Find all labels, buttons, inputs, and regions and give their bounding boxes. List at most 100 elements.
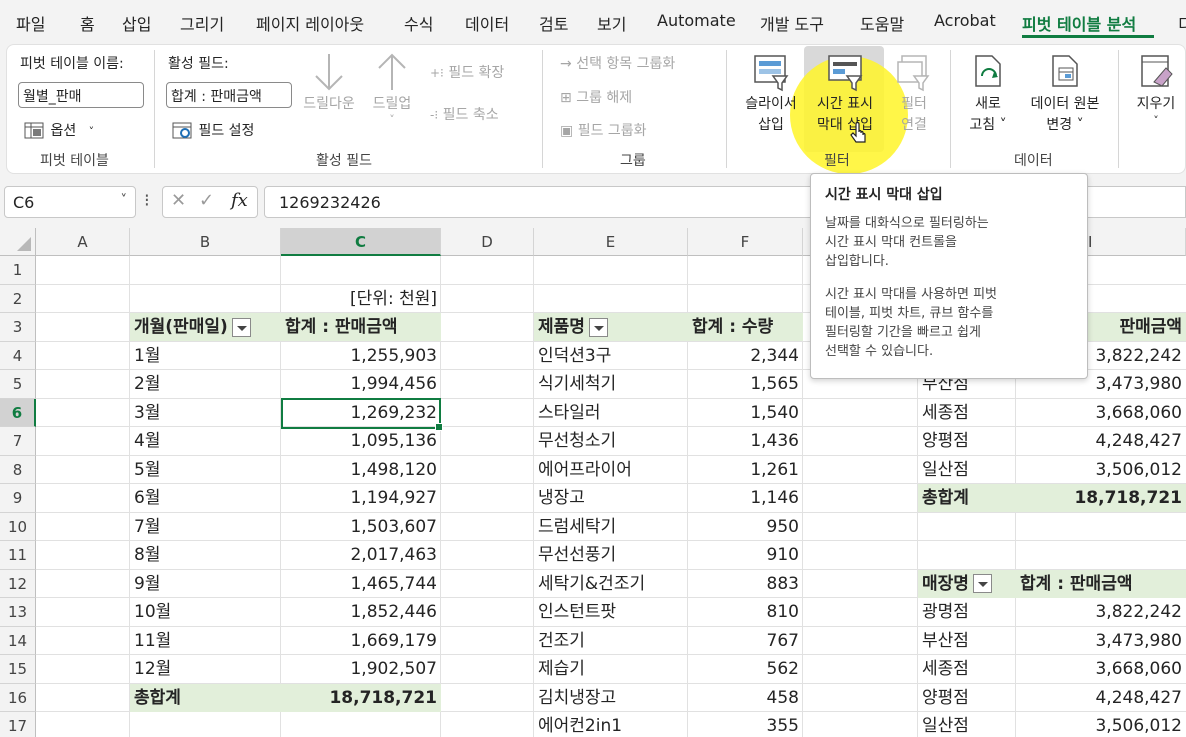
- pivot1-month-cell[interactable]: 2월: [130, 370, 281, 398]
- row-header[interactable]: 13: [0, 598, 36, 627]
- tab-developer[interactable]: 개발 도구: [760, 11, 824, 35]
- row-header[interactable]: 1: [0, 256, 36, 285]
- row-header[interactable]: 6: [0, 398, 36, 427]
- row-header[interactable]: 3: [0, 313, 36, 342]
- group-selection-button[interactable]: → 선택 항목 그룹화: [560, 53, 675, 73]
- pivot1-value-cell[interactable]: 1,503,607: [281, 513, 441, 541]
- pivot2-value-cell[interactable]: 562: [688, 655, 803, 683]
- pivot1-month-cell[interactable]: 10월: [130, 598, 281, 626]
- pivot1-month-cell[interactable]: 7월: [130, 513, 281, 541]
- pivot1-month-cell[interactable]: 12월: [130, 655, 281, 683]
- chevron-down-icon[interactable]: ˅: [121, 193, 128, 208]
- filter-dropdown-icon[interactable]: [972, 574, 992, 593]
- pivot1-month-cell[interactable]: 4월: [130, 427, 281, 455]
- pivot3-value-cell[interactable]: 3,668,060: [1016, 399, 1186, 427]
- row-header[interactable]: 8: [0, 455, 36, 484]
- insert-function-icon[interactable]: fx: [231, 190, 248, 211]
- pivot1-month-cell[interactable]: 9월: [130, 570, 281, 598]
- pivot1-month-cell[interactable]: 11월: [130, 627, 281, 655]
- pivot1-month-cell[interactable]: 3월: [130, 399, 281, 427]
- pivot2-product-cell[interactable]: 인덕션3구: [534, 342, 688, 370]
- row-header[interactable]: 11: [0, 541, 36, 570]
- tab-design[interactable]: 디: [1178, 11, 1186, 35]
- pivot1-value-cell[interactable]: 1,498,120: [281, 456, 441, 484]
- name-box[interactable]: C6 ˅: [4, 186, 136, 218]
- pivot4-value-cell[interactable]: 4,248,427: [1016, 684, 1186, 712]
- tab-acrobat[interactable]: Acrobat: [934, 11, 996, 30]
- pivot3-store-cell[interactable]: 양평점: [918, 427, 1016, 455]
- pivot2-value-cell[interactable]: 1,565: [688, 370, 803, 398]
- pivot2-value-cell[interactable]: 1,261: [688, 456, 803, 484]
- drilldown-button[interactable]: 드릴다운: [298, 52, 360, 115]
- pivot2-value-cell[interactable]: 1,540: [688, 399, 803, 427]
- pivot4-store-cell[interactable]: 광명점: [918, 598, 1016, 626]
- confirm-icon[interactable]: ✓: [199, 190, 214, 211]
- ungroup-button[interactable]: ⊞ 그룹 해제: [560, 87, 632, 107]
- row-header[interactable]: 5: [0, 370, 36, 399]
- pivot2-product-cell[interactable]: 에어컨2in1: [534, 712, 688, 737]
- tab-draw[interactable]: 그리기: [180, 11, 224, 35]
- pivot1-value-cell[interactable]: 1,095,136: [281, 427, 441, 455]
- more-icon[interactable]: ⁝: [144, 190, 150, 211]
- pivot4-row-header[interactable]: 매장명: [918, 569, 1016, 598]
- tab-review[interactable]: 검토: [539, 11, 568, 35]
- row-header[interactable]: 7: [0, 427, 36, 456]
- pivot1-value-cell[interactable]: 1,255,903: [281, 342, 441, 370]
- pivot1-month-cell[interactable]: 1월: [130, 342, 281, 370]
- active-field-input[interactable]: 합계 : 판매금액: [166, 82, 292, 108]
- pivot2-value-cell[interactable]: 2,344: [688, 342, 803, 370]
- pivot2-product-cell[interactable]: 에어프라이어: [534, 456, 688, 484]
- pivot2-value-cell[interactable]: 1,436: [688, 427, 803, 455]
- change-data-source-button[interactable]: 데이터 원본 변경 ˅: [1020, 52, 1110, 136]
- pivot1-value-cell[interactable]: 1,669,179: [281, 627, 441, 655]
- cancel-icon[interactable]: ✕: [171, 190, 186, 211]
- row-header[interactable]: 12: [0, 569, 36, 598]
- pivot4-store-cell[interactable]: 양평점: [918, 684, 1016, 712]
- pivot4-store-cell[interactable]: 일산점: [918, 712, 1016, 737]
- pivot2-product-cell[interactable]: 냉장고: [534, 484, 688, 512]
- options-button[interactable]: 옵션 ˅: [24, 120, 94, 140]
- group-field-button[interactable]: ▣ 필드 그룹화: [560, 120, 647, 140]
- pivot1-total-label[interactable]: 총합계: [130, 683, 281, 712]
- expand-field-button[interactable]: +⁝ 필드 확장: [430, 62, 504, 82]
- pivot4-store-cell[interactable]: 세종점: [918, 655, 1016, 683]
- row-header[interactable]: 17: [0, 712, 36, 737]
- pivot2-product-cell[interactable]: 식기세척기: [534, 370, 688, 398]
- tab-help[interactable]: 도움말: [860, 11, 904, 35]
- pivot1-month-cell[interactable]: 5월: [130, 456, 281, 484]
- pivot2-product-cell[interactable]: 인스턴트팟: [534, 598, 688, 626]
- pivot2-product-cell[interactable]: 건조기: [534, 627, 688, 655]
- column-header-d[interactable]: D: [441, 228, 534, 256]
- pivot2-row-header[interactable]: 제품명: [534, 313, 688, 341]
- row-header[interactable]: 9: [0, 484, 36, 513]
- pivot2-product-cell[interactable]: 무선선풍기: [534, 541, 688, 569]
- tab-automate[interactable]: Automate: [657, 11, 736, 30]
- tab-view[interactable]: 보기: [597, 11, 626, 35]
- pivot3-value-cell[interactable]: 4,248,427: [1016, 427, 1186, 455]
- pivot4-value-cell[interactable]: 3,506,012: [1016, 712, 1186, 737]
- row-header[interactable]: 4: [0, 341, 36, 370]
- pivot2-value-cell[interactable]: 458: [688, 684, 803, 712]
- pivot1-value-header[interactable]: 합계 : 판매금액: [281, 313, 441, 341]
- pivot2-value-header[interactable]: 합계 : 수량: [688, 313, 803, 341]
- pivot1-total-value[interactable]: 18,718,721: [281, 683, 441, 712]
- row-header[interactable]: 15: [0, 655, 36, 684]
- tab-page-layout[interactable]: 페이지 레이아웃: [256, 11, 364, 35]
- pivot2-value-cell[interactable]: 810: [688, 598, 803, 626]
- tab-data[interactable]: 데이터: [465, 11, 509, 35]
- pivot4-store-cell[interactable]: 부산점: [918, 627, 1016, 655]
- pivot3-store-cell[interactable]: 세종점: [918, 399, 1016, 427]
- pivot2-value-cell[interactable]: 910: [688, 541, 803, 569]
- pivot1-row-header[interactable]: 개월(판매일): [130, 313, 281, 341]
- insert-slicer-button[interactable]: 슬라이서 삽입: [736, 52, 806, 136]
- pivot3-store-cell[interactable]: 일산점: [918, 456, 1016, 484]
- pivot3-total-value[interactable]: 18,718,721: [1016, 484, 1186, 512]
- refresh-button[interactable]: 새로 고침 ˅: [958, 52, 1018, 136]
- pivot4-value-cell[interactable]: 3,822,242: [1016, 598, 1186, 626]
- tab-insert[interactable]: 삽입: [122, 11, 151, 35]
- pivot1-value-cell[interactable]: 1,465,744: [281, 570, 441, 598]
- pivot2-value-cell[interactable]: 950: [688, 513, 803, 541]
- filter-dropdown-icon[interactable]: [231, 317, 251, 337]
- tab-formulas[interactable]: 수식: [404, 11, 433, 35]
- drillup-button[interactable]: 드릴업 ˅: [366, 52, 418, 125]
